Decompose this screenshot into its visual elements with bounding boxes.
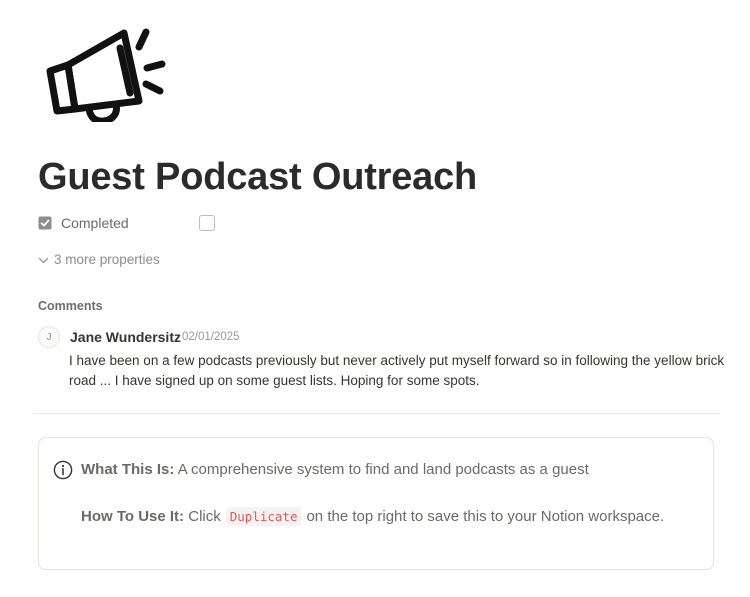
callout-how-line: How To Use It: Click Duplicate on the top … <box>81 507 664 526</box>
callout-what-line: What This Is: A comprehensive system to … <box>81 461 589 478</box>
more-properties-toggle[interactable]: 3 more properties <box>38 249 160 269</box>
callout-what-text: A comprehensive system to find and land … <box>177 461 589 478</box>
comment-author[interactable]: Jane Wundersitz <box>70 329 181 345</box>
page-title[interactable]: Guest Podcast Outreach <box>38 152 728 202</box>
comments-heading: Comments <box>38 299 103 313</box>
callout-what-label: What This Is: <box>81 461 175 478</box>
avatar[interactable]: J <box>38 326 60 348</box>
chevron-down-icon <box>38 254 49 265</box>
comment-text: I have been on a few podcasts previously… <box>69 353 725 388</box>
callout-how-post: on the top right to save this to your No… <box>306 508 665 525</box>
property-name[interactable]: Completed <box>61 215 199 231</box>
callout-how-label: How To Use It: <box>81 508 185 525</box>
info-circle-icon <box>53 460 73 480</box>
callout-how-pre: Click <box>188 508 221 525</box>
comment-date: 02/01/2025 <box>182 331 240 343</box>
megaphone-icon[interactable] <box>42 26 172 125</box>
property-completed: Completed <box>38 212 215 234</box>
callout-block[interactable]: What This Is: A comprehensive system to … <box>38 437 714 570</box>
completed-checkbox[interactable] <box>199 215 215 231</box>
divider <box>33 413 720 414</box>
more-properties-label: 3 more properties <box>54 251 160 267</box>
duplicate-code: Duplicate <box>225 507 302 526</box>
checkbox-property-icon <box>38 216 52 230</box>
